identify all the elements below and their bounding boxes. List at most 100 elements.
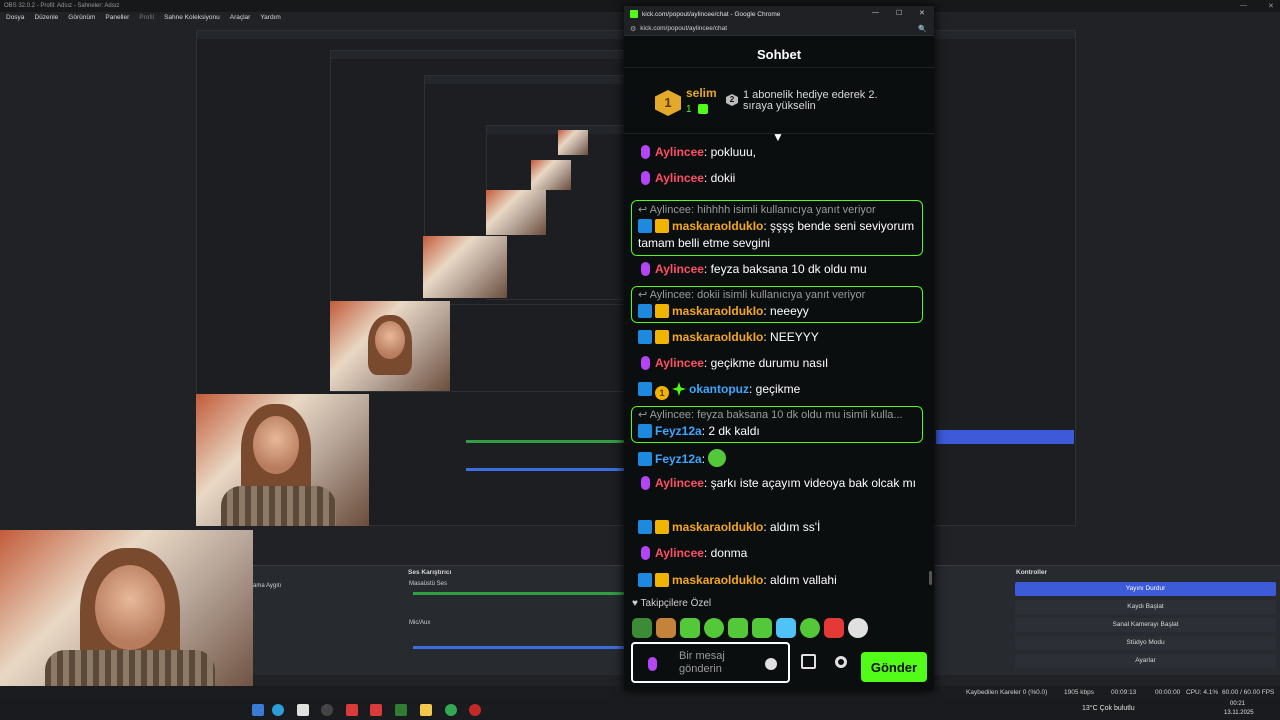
- leader-gift-count: 1: [686, 104, 692, 115]
- webcam-thumb: [330, 301, 450, 391]
- chat-username[interactable]: maskaraoldukIo: [672, 219, 763, 233]
- gift-leaderboard[interactable]: 1 selim 1 2 1 abonelik hediye ederek 2. …: [624, 78, 934, 134]
- chat-input-box[interactable]: Bir mesaj gönderin: [631, 642, 790, 683]
- chat-message: Feyz12a: 2 dk kaldı: [638, 423, 923, 440]
- followers-only-label: ♥ Takipçilere Özel: [632, 598, 711, 609]
- chat-username[interactable]: Aylincee: [655, 476, 704, 490]
- emoji-icon[interactable]: [765, 658, 777, 670]
- gift-icon[interactable]: [801, 654, 816, 669]
- settings-button[interactable]: Ayarlar: [1015, 654, 1276, 668]
- menu-help[interactable]: Yardım: [260, 14, 280, 24]
- close-icon[interactable]: ✕: [919, 9, 925, 17]
- chat-message: 1 okantopuz: geçikme: [638, 381, 923, 400]
- chat-message: maskaraoldukIo: aldım ss'İ: [638, 519, 923, 536]
- reply-arrow-icon: ↩: [638, 204, 650, 216]
- collapse-arrow-icon[interactable]: ▼: [772, 130, 784, 144]
- reply-arrow-icon: ↩: [638, 289, 650, 301]
- obs-icon[interactable]: [321, 704, 333, 716]
- chat-message: Aylincee: geçikme durumu nasıl: [638, 355, 923, 372]
- dropped-frames: Kaybedilen Kareler 0 (%0.0): [966, 689, 1048, 696]
- start-virtual-camera-button[interactable]: Sanal Kamerayı Başlat: [1015, 618, 1276, 632]
- chat-username[interactable]: maskaraoldukIo: [672, 573, 763, 587]
- emote-icon[interactable]: [848, 618, 868, 638]
- stop-stream-button[interactable]: Yayını Durdur: [1015, 582, 1276, 596]
- url-text[interactable]: kick.com/popout/aylincee/chat: [640, 25, 727, 32]
- leader-username[interactable]: selim: [686, 86, 717, 100]
- maximize-icon[interactable]: ☐: [896, 9, 902, 17]
- emote-icon[interactable]: [680, 618, 700, 638]
- menu-view[interactable]: Görünüm: [68, 14, 95, 24]
- emote-icon[interactable]: [632, 618, 652, 638]
- chat-title: Sohbet: [624, 42, 934, 68]
- app-icon[interactable]: [395, 704, 407, 716]
- site-info-icon[interactable]: ⚙: [630, 25, 636, 33]
- studio-mode-button[interactable]: Stüdyo Modu: [1015, 636, 1276, 650]
- zoom-icon[interactable]: 🔍: [918, 25, 927, 33]
- chat-username[interactable]: maskaraoldukIo: [672, 520, 763, 534]
- chat-username[interactable]: Aylincee: [655, 262, 704, 276]
- heart-icon: ♥: [632, 598, 641, 609]
- reply-arrow-icon: ↩: [638, 409, 650, 421]
- menu-edit[interactable]: Düzenle: [34, 14, 58, 24]
- send-button[interactable]: Gönder: [861, 652, 927, 682]
- mic-badge-icon: [641, 145, 650, 159]
- webcam-thumb: [558, 130, 588, 155]
- emote-icon[interactable]: [708, 449, 727, 467]
- chat-message: Aylincee: donma: [638, 545, 923, 562]
- edge-icon[interactable]: [272, 704, 284, 716]
- clock-time[interactable]: 00:21: [1230, 701, 1245, 707]
- minimize-icon[interactable]: —: [1240, 2, 1247, 9]
- chat-username[interactable]: Feyz12a: [655, 424, 702, 438]
- start-recording-button[interactable]: Kaydı Başlat: [1015, 600, 1276, 614]
- menu-scene-collection[interactable]: Sahne Koleksiyonu: [164, 14, 220, 24]
- audio-mixer-title: Ses Karıştırıcı: [408, 569, 452, 576]
- chat-message: maskaraoldukIo: neeeyy: [638, 303, 923, 320]
- folder-icon[interactable]: [420, 704, 432, 716]
- chat-username[interactable]: Aylincee: [655, 145, 704, 159]
- weather-widget[interactable]: 13°C Çok bulutlu: [1082, 705, 1135, 712]
- chat-text: : feyza baksana 10 dk oldu mu: [703, 262, 867, 276]
- menu-tools[interactable]: Araçlar: [230, 14, 251, 24]
- app-icon[interactable]: [469, 704, 481, 716]
- emote-icon[interactable]: [776, 618, 796, 638]
- notepad-icon[interactable]: [297, 704, 309, 716]
- reply-context-text: Aylincee: dokii isimli kullanıcıya yanıt…: [649, 289, 866, 301]
- webcam-overlay: [0, 530, 253, 700]
- clock-date[interactable]: 13.11.2025: [1224, 710, 1254, 716]
- close-icon[interactable]: ✕: [1268, 2, 1274, 10]
- emote-icon[interactable]: [728, 618, 748, 638]
- address-bar[interactable]: ⚙ kick.com/popout/aylincee/chat 🔍: [624, 22, 934, 36]
- chat-text: : geçikme durumu nasıl: [703, 356, 828, 370]
- chat-username[interactable]: maskaraoldukIo: [672, 330, 763, 344]
- transitions-dock: [934, 565, 1010, 675]
- menu-file[interactable]: Dosya: [6, 14, 24, 24]
- emote-icon[interactable]: [656, 618, 676, 638]
- chat-username[interactable]: Feyz12a: [655, 452, 702, 466]
- cpu-usage: CPU: 4.1%: [1186, 689, 1219, 696]
- mic-icon[interactable]: [648, 657, 657, 671]
- chat-username[interactable]: Aylincee: [655, 546, 704, 560]
- emote-icon[interactable]: [800, 618, 820, 638]
- desktop-audio-meter: [413, 592, 625, 595]
- app-icon[interactable]: [370, 704, 382, 716]
- chat-message: maskaraoldukIo: aldım vallahi: [638, 572, 923, 589]
- emote-icon[interactable]: [752, 618, 772, 638]
- chat-username[interactable]: okantopuz: [689, 382, 749, 396]
- chat-scrollbar[interactable]: [929, 571, 932, 585]
- app-icon[interactable]: [346, 704, 358, 716]
- chrome-icon[interactable]: [445, 704, 457, 716]
- chat-username[interactable]: maskaraoldukIo: [672, 304, 763, 318]
- emote-icon[interactable]: [704, 618, 724, 638]
- minimize-icon[interactable]: —: [872, 9, 879, 16]
- stream-time: 00:09:13: [1111, 689, 1137, 696]
- gear-icon[interactable]: [835, 656, 847, 668]
- menu-profile[interactable]: Profil: [139, 14, 154, 24]
- emote-icon[interactable]: [824, 618, 844, 638]
- chat-message: Aylincee: pokluuu,: [638, 144, 923, 161]
- chat-username[interactable]: Aylincee: [655, 356, 704, 370]
- file-explorer-icon[interactable]: [252, 704, 264, 716]
- chat-text: : NEEYYY: [763, 330, 819, 344]
- chat-username[interactable]: Aylincee: [655, 171, 704, 185]
- menu-docks[interactable]: Paneller: [105, 14, 129, 24]
- chat-message: maskaraoldukIo: şşşş bende seni seviyoru…: [638, 218, 923, 252]
